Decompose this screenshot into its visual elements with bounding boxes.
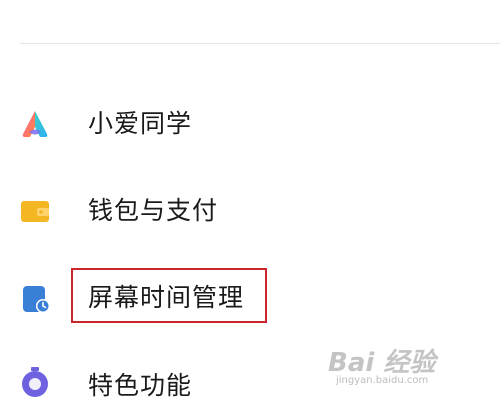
menu-item-xiaoai[interactable]: 小爱同学: [0, 96, 500, 152]
wallet-icon: [18, 194, 52, 228]
menu-label-wallet: 钱包与支付: [88, 196, 219, 225]
special-features-icon: [18, 365, 52, 399]
xiaoai-assistant-icon: [18, 107, 52, 141]
settings-screen: 小爱同学 钱包与支付 屏幕时间管理 特色功能 Bai 经验 jingyan.ba…: [0, 0, 500, 400]
watermark-url: jingyan.baidu.com: [336, 375, 429, 386]
top-divider: [20, 43, 500, 44]
menu-item-wallet[interactable]: 钱包与支付: [0, 183, 500, 239]
menu-label-special-features: 特色功能: [88, 371, 193, 400]
screen-time-icon: [18, 282, 52, 316]
menu-label-xiaoai: 小爱同学: [88, 109, 193, 138]
highlight-box: [71, 268, 267, 323]
watermark-main-text: Bai 经验: [328, 348, 436, 378]
baidu-jingyan-watermark: Bai 经验 jingyan.baidu.com: [328, 342, 478, 392]
